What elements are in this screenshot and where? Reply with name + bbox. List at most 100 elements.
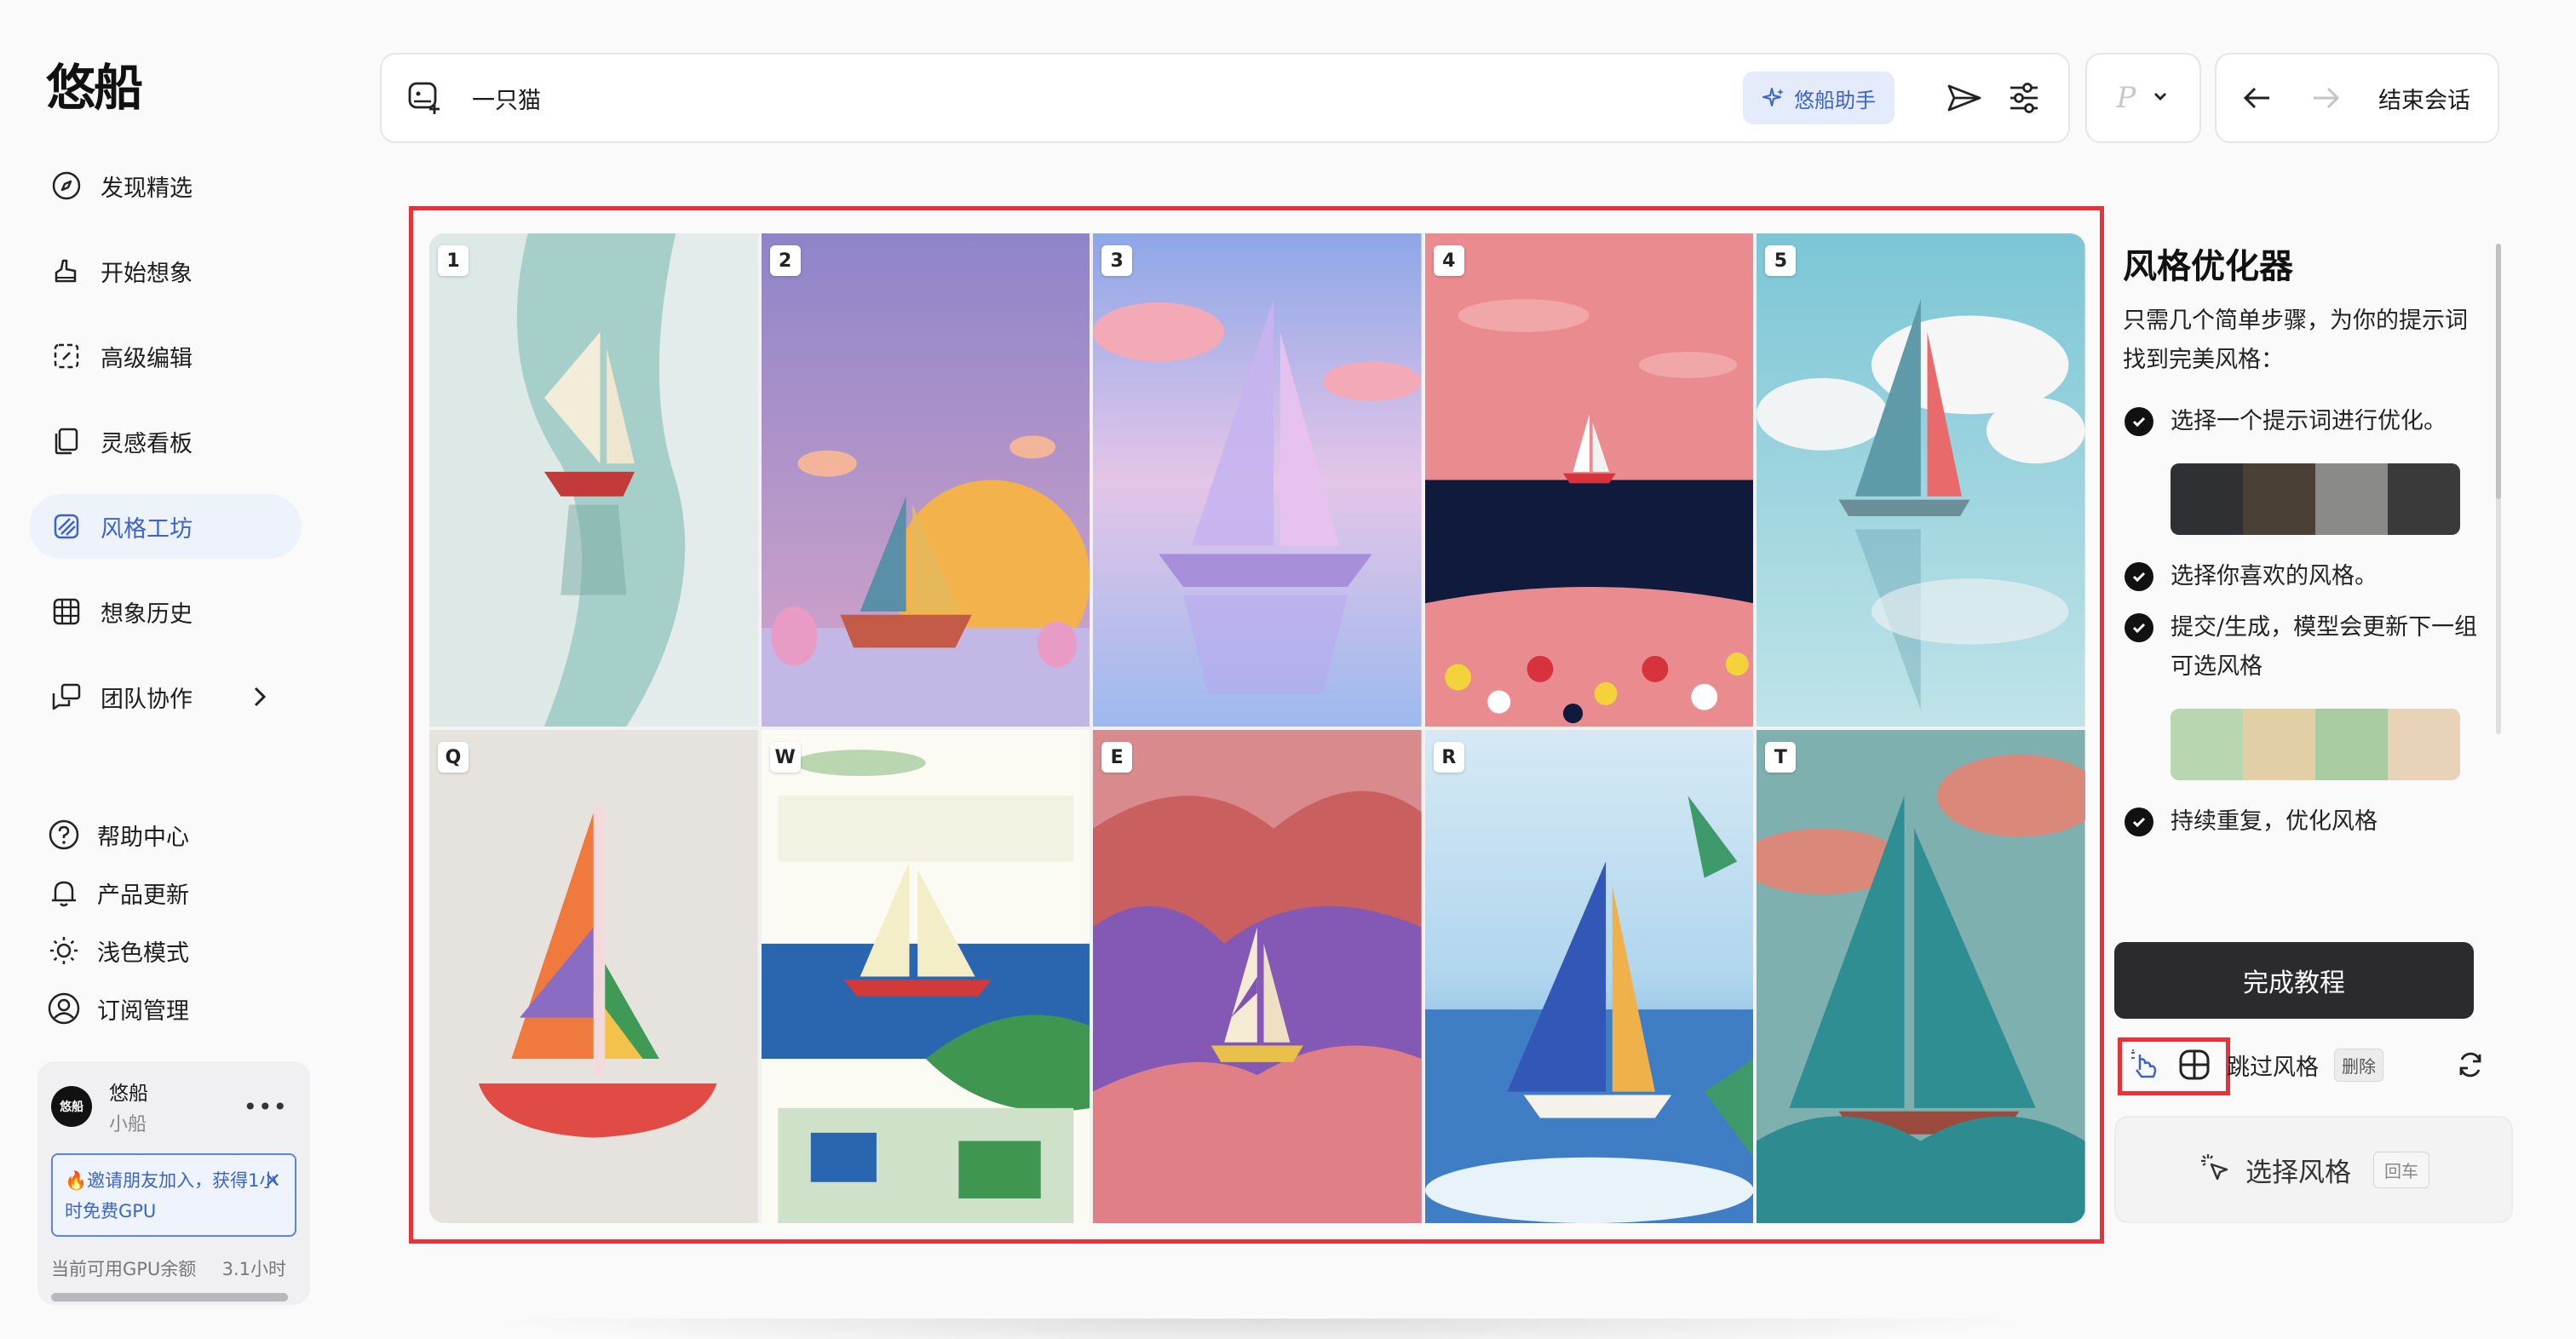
tile-label: E <box>1101 742 1133 773</box>
sailboat-image <box>429 233 758 727</box>
check-icon <box>2125 407 2153 436</box>
check-icon <box>2125 807 2153 836</box>
style-tile-1[interactable]: 1 <box>429 233 758 727</box>
assistant-label: 悠船助手 <box>1794 88 1876 112</box>
step-label: 提交/生成，模型会更新下一组可选风格 <box>2171 614 2478 680</box>
bell-icon <box>46 875 82 911</box>
light-mode-toggle[interactable]: 浅色模式 <box>46 932 319 969</box>
style-tile-e[interactable]: E <box>1093 730 1422 1223</box>
style-icon <box>49 509 83 543</box>
tile-label: W <box>769 742 801 773</box>
step-2: 选择你喜欢的风格。 <box>2125 557 2515 596</box>
sailboat-image <box>1757 233 2085 727</box>
gpu-balance-value: 3.1小时 <box>221 1259 286 1279</box>
prompt-bar: 一只猫 悠船助手 <box>380 53 2070 143</box>
send-icon[interactable] <box>1944 78 1985 118</box>
invite-text: 🔥邀请朋友加入，获得1小时免费GPU <box>65 1170 278 1221</box>
bottom-shadow <box>477 1319 2044 1339</box>
sidebar-item-imagine[interactable]: 开始想象 <box>29 238 302 303</box>
cards-icon <box>49 424 83 458</box>
style-image-grid: 1 2 3 4 5 Q W E R T <box>429 233 2085 1223</box>
tile-label: Q <box>438 742 469 773</box>
compass-icon <box>49 169 83 203</box>
pointer-select-icon[interactable] <box>2126 1046 2164 1083</box>
tile-label: R <box>1433 742 1464 773</box>
subscription-link[interactable]: 订阅管理 <box>46 990 319 1027</box>
check-icon <box>2125 613 2153 642</box>
style-tile-2[interactable]: 2 <box>761 233 1090 727</box>
example-thumbnails-illustrated <box>2171 709 2460 780</box>
select-style-label: 选择风格 <box>2245 1157 2351 1188</box>
assistant-button[interactable]: 悠船助手 <box>1743 72 1895 124</box>
product-updates-link[interactable]: 产品更新 <box>46 874 319 911</box>
profile-dropdown[interactable]: P <box>2085 53 2201 143</box>
panel-scrollbar[interactable] <box>2496 244 2501 734</box>
sidebar-secondary: 帮助中心 产品更新 浅色模式 订阅管理 <box>46 816 319 1048</box>
sun-icon <box>46 933 82 968</box>
sidebar-item-label: 想象历史 <box>101 601 193 628</box>
step-1: 选择一个提示词进行优化。 <box>2125 402 2515 441</box>
image-add-icon[interactable] <box>405 78 445 118</box>
delete-shortcut-badge: 删除 <box>2334 1048 2383 1082</box>
edit-frame-icon <box>49 339 83 373</box>
tile-label: T <box>1765 742 1797 773</box>
sailboat-image <box>761 730 1090 1223</box>
style-tile-q[interactable]: Q <box>429 730 758 1223</box>
help-center-label: 帮助中心 <box>97 824 189 851</box>
sailboat-image <box>1093 233 1422 727</box>
prompt-input[interactable]: 一只猫 <box>472 82 1743 115</box>
invite-banner[interactable]: 🔥邀请朋友加入，获得1小时免费GPU ✕ <box>51 1153 296 1237</box>
sidebar-item-team[interactable]: 团队协作 <box>29 664 302 729</box>
style-optimizer-panel: 风格优化器 只需几个简单步骤，为你的提示词找到完美风格： 选择一个提示词进行优化… <box>2114 238 2515 836</box>
more-options-icon[interactable]: ••• <box>243 1093 288 1121</box>
style-tile-t[interactable]: T <box>1757 730 2085 1223</box>
panel-title: 风格优化器 <box>2123 247 2293 286</box>
sidebar-item-style-workshop[interactable]: 风格工坊 <box>29 494 302 559</box>
sailboat-image <box>761 233 1090 727</box>
finish-tutorial-button[interactable]: 完成教程 <box>2114 942 2474 1019</box>
step-4: 持续重复，优化风格 <box>2125 802 2515 842</box>
app-logo[interactable]: 悠船 <box>46 48 143 119</box>
step-label: 选择你喜欢的风格。 <box>2171 563 2378 589</box>
team-icon <box>49 680 83 714</box>
forward-arrow-icon[interactable] <box>2305 78 2346 118</box>
user-plan: 小船 <box>109 1114 147 1135</box>
style-actions-row: 跳过风格 删除 <box>2114 1041 2489 1089</box>
skip-style-button[interactable]: 跳过风格 <box>2227 1049 2319 1082</box>
sidebar-item-label: 风格工坊 <box>101 515 193 543</box>
light-mode-label: 浅色模式 <box>97 940 189 967</box>
style-tile-r[interactable]: R <box>1424 730 1754 1223</box>
select-style-button[interactable]: 选择风格 回车 <box>2114 1116 2513 1223</box>
tile-label: 1 <box>438 245 469 276</box>
style-tile-w[interactable]: W <box>761 730 1090 1223</box>
end-session-button[interactable]: 结束会话 <box>2378 82 2470 115</box>
help-center-link[interactable]: 帮助中心 <box>46 816 319 853</box>
sidebar-item-advanced-edit[interactable]: 高级编辑 <box>29 324 302 388</box>
back-arrow-icon[interactable] <box>2237 78 2278 118</box>
sidebar-item-history[interactable]: 想象历史 <box>29 579 302 644</box>
sailboat-image <box>1093 730 1422 1223</box>
sidebar-item-moodboard[interactable]: 灵感看板 <box>29 409 302 474</box>
sailboat-image <box>1424 233 1754 727</box>
tile-label: 2 <box>769 245 801 276</box>
sidebar-item-label: 团队协作 <box>101 686 193 713</box>
tile-label: 4 <box>1433 245 1464 276</box>
step-label: 选择一个提示词进行优化。 <box>2171 408 2447 434</box>
sidebar-item-discover[interactable]: 发现精选 <box>29 153 302 218</box>
style-tile-4[interactable]: 4 <box>1424 233 1754 727</box>
grid-view-icon[interactable] <box>2176 1046 2213 1083</box>
chevron-right-icon <box>247 681 273 718</box>
style-tile-5[interactable]: 5 <box>1757 233 2085 727</box>
tile-label: 5 <box>1765 245 1797 276</box>
settings-sliders-icon[interactable] <box>2004 78 2044 118</box>
user-circle-icon <box>46 991 82 1026</box>
close-icon[interactable]: ✕ <box>264 1165 281 1196</box>
refresh-icon[interactable] <box>2452 1046 2489 1083</box>
grid-icon <box>49 595 83 629</box>
product-updates-label: 产品更新 <box>97 882 189 909</box>
style-tile-3[interactable]: 3 <box>1093 233 1422 727</box>
sidebar-item-label: 发现精选 <box>101 175 193 202</box>
avatar[interactable]: 悠船 <box>51 1086 92 1127</box>
example-thumbnails-cats <box>2171 463 2460 535</box>
hand-brush-icon <box>49 254 83 288</box>
